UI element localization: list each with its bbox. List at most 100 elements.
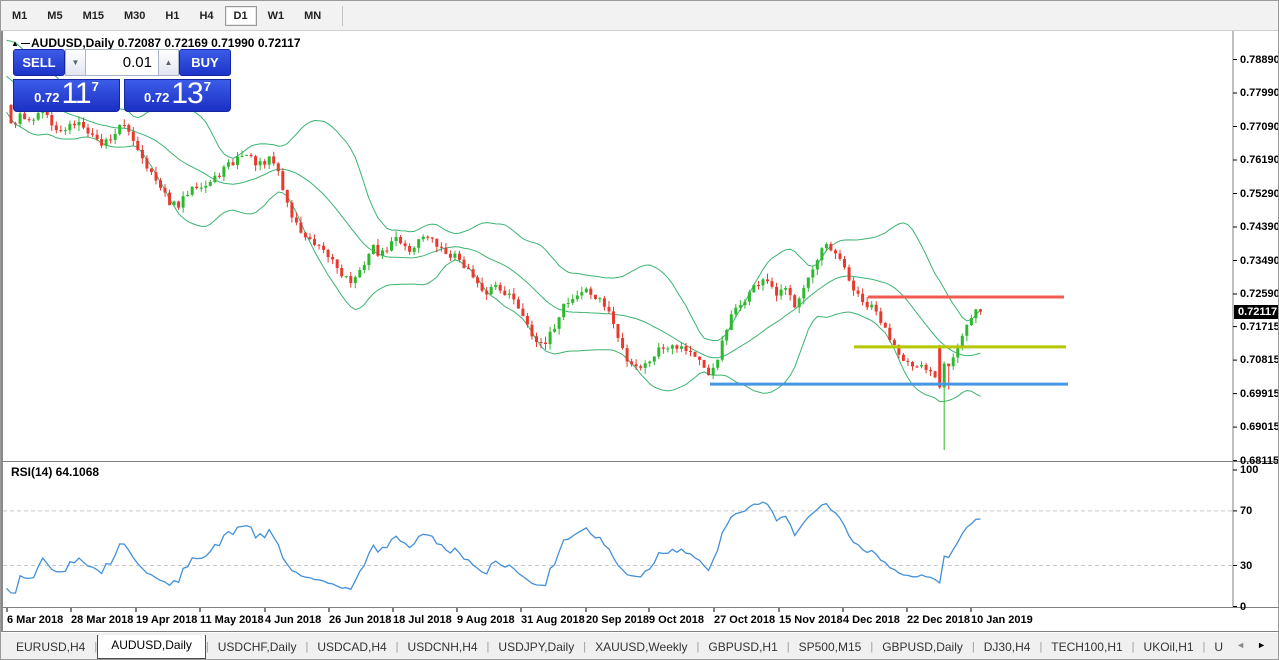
candle-body xyxy=(856,290,860,294)
symbol-tab-audusd-daily[interactable]: AUDUSD,Daily xyxy=(97,635,206,659)
timeframe-button-m30[interactable]: M30 xyxy=(115,6,154,26)
rsi-indicator xyxy=(3,501,1233,594)
toolbar-separator xyxy=(342,5,344,26)
candle-body xyxy=(602,298,606,307)
tab-scroll-right-icon[interactable]: ► xyxy=(1257,639,1266,651)
current-price-badge: 0.72117 xyxy=(1234,305,1278,319)
candle-body xyxy=(661,347,665,349)
candle-body xyxy=(485,290,489,295)
price-axis-label: 0.76190 xyxy=(1240,154,1279,166)
candle-body xyxy=(820,248,824,261)
candle-body xyxy=(213,175,217,182)
symbol-tab-sp500-m15[interactable]: SP500,M15 xyxy=(790,636,871,658)
band-lower xyxy=(6,111,981,403)
candle-body xyxy=(254,156,258,166)
price-axis-label: 0.74390 xyxy=(1240,221,1279,233)
candle-body xyxy=(186,194,190,197)
candle-body xyxy=(861,293,865,303)
candle-body xyxy=(575,295,579,300)
candle-body xyxy=(462,259,466,269)
symbol-tab-dj30-h4[interactable]: DJ30,H4 xyxy=(975,636,1040,658)
symbol-tab-xauusd-weekly[interactable]: XAUUSD,Weekly xyxy=(586,636,696,658)
band-middle xyxy=(6,75,981,359)
buy-price-display[interactable]: 0.72 13 7 xyxy=(124,79,231,112)
timeframe-button-m5[interactable]: M5 xyxy=(38,6,71,26)
symbol-tab-usdchf-daily[interactable]: USDCHF,Daily xyxy=(209,636,306,658)
candle-body xyxy=(716,359,720,368)
candle-body xyxy=(294,217,298,223)
one-click-trade-panel: SELL ▼ ▲ BUY 0.72 11 7 0.72 13 7 xyxy=(13,49,231,112)
volume-input[interactable] xyxy=(86,49,158,76)
timeframe-button-w1[interactable]: W1 xyxy=(259,6,294,26)
candle-body xyxy=(702,359,706,368)
candle-body xyxy=(95,134,99,140)
timeframe-button-m1[interactable]: M1 xyxy=(3,6,36,26)
candle-body xyxy=(394,237,398,242)
candle-body xyxy=(498,284,502,291)
candle-body xyxy=(689,351,692,352)
symbol-tab-tech100-h1[interactable]: TECH100,H1 xyxy=(1042,636,1131,658)
candle-body xyxy=(331,257,335,260)
candle-body xyxy=(507,293,511,295)
chart-window[interactable]: ▲ AUDUSD,Daily 0.72087 0.72169 0.71990 0… xyxy=(1,31,1279,632)
symbol-tab-ukoil-h1[interactable]: UKOil,H1 xyxy=(1135,636,1203,658)
candle-body xyxy=(204,185,208,188)
candle-body xyxy=(172,201,176,206)
symbol-tab-eurusd-h4[interactable]: EURUSD,H4 xyxy=(7,636,94,658)
timeframe-button-d1[interactable]: D1 xyxy=(224,5,257,26)
candle-body xyxy=(145,158,149,169)
candle-body xyxy=(829,244,833,251)
candle-body xyxy=(838,253,842,259)
timeframe-button-h4[interactable]: H4 xyxy=(190,6,222,26)
candle-body xyxy=(226,162,230,167)
candle-body xyxy=(516,299,520,309)
candle-body xyxy=(208,182,212,186)
timeframe-button-h1[interactable]: H1 xyxy=(156,6,188,26)
candle-body xyxy=(59,130,63,132)
candle-body xyxy=(580,292,584,296)
candle-body xyxy=(231,162,235,166)
candle-body xyxy=(154,172,158,181)
candle-body xyxy=(181,196,185,208)
buy-button[interactable]: BUY xyxy=(179,49,231,76)
candle-body xyxy=(525,316,529,325)
candle-body xyxy=(770,281,774,287)
timeframe-button-mn[interactable]: MN xyxy=(295,6,330,26)
candle-body xyxy=(371,244,375,254)
candle-body xyxy=(140,149,144,159)
candle-body xyxy=(911,362,914,367)
candle-body xyxy=(852,280,856,291)
candle-body xyxy=(811,269,815,278)
candle-body xyxy=(236,156,239,166)
candle-body xyxy=(467,268,470,270)
candle-body xyxy=(403,243,407,247)
chart-title: AUDUSD,Daily 0.72087 0.72169 0.71990 0.7… xyxy=(31,36,301,50)
candle-body xyxy=(933,371,937,378)
buy-price-prefix: 0.72 xyxy=(144,90,170,105)
candle-body xyxy=(802,287,806,299)
price-chart-canvas[interactable] xyxy=(3,31,1279,632)
candle-body xyxy=(747,292,751,302)
volume-increase-button[interactable]: ▲ xyxy=(158,49,179,76)
symbol-tab-usdjpy-daily[interactable]: USDJPY,Daily xyxy=(489,636,583,658)
candle-body xyxy=(222,166,226,177)
tab-scroll-left-icon[interactable]: ◄ xyxy=(1236,639,1245,651)
symbol-tab-usdcad-h4[interactable]: USDCAD,H4 xyxy=(308,636,395,658)
candle-body xyxy=(761,279,765,286)
date-axis-label: 15 Nov 2018 xyxy=(779,614,843,626)
symbol-tab-gbpusd-h1[interactable]: GBPUSD,H1 xyxy=(699,636,786,658)
symbol-tab-usdcnh-h4[interactable]: USDCNH,H4 xyxy=(399,636,487,658)
sell-price-display[interactable]: 0.72 11 7 xyxy=(13,79,120,112)
volume-decrease-button[interactable]: ▼ xyxy=(65,49,86,76)
candle-body xyxy=(258,161,262,166)
candle-body xyxy=(598,298,602,300)
timeframe-button-m15[interactable]: M15 xyxy=(74,6,113,26)
candle-body xyxy=(23,113,27,120)
candle-body xyxy=(299,222,303,233)
sell-button[interactable]: SELL xyxy=(13,49,65,76)
symbol-tab-strip: EURUSD,H4 | AUDUSD,Daily | USDCHF,Daily | USDC… xyxy=(7,635,1230,659)
candle-body xyxy=(612,311,615,324)
symbol-tab-gbpusd-daily[interactable]: GBPUSD,Daily xyxy=(873,636,972,658)
symbol-tab-u[interactable]: U xyxy=(1205,636,1230,658)
candle-body xyxy=(190,186,194,195)
